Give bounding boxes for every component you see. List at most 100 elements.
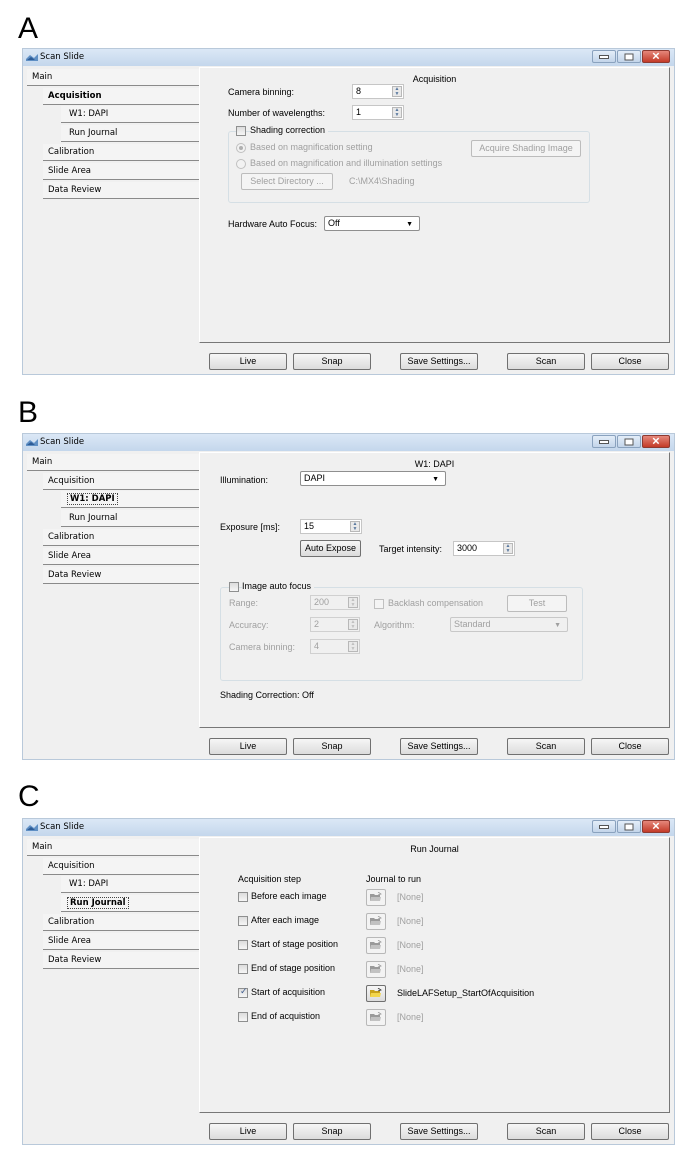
image-auto-focus-checkbox[interactable] <box>229 582 239 592</box>
spinner-arrows-icon[interactable]: ▲ ▼ <box>503 543 513 554</box>
close-window-button[interactable]: ✕ <box>642 435 670 448</box>
journal-step-checkbox[interactable] <box>238 892 248 902</box>
nav-item-label: Calibration <box>48 917 95 927</box>
select-directory-button[interactable]: Select Directory ... <box>241 173 333 190</box>
nav-item-main[interactable]: Main <box>27 69 199 86</box>
maximize-button[interactable] <box>617 50 641 63</box>
close-button[interactable]: Close <box>591 353 669 370</box>
minimize-button[interactable] <box>592 435 616 448</box>
spinner-arrows-icon[interactable]: ▲ ▼ <box>392 107 402 118</box>
minimize-button[interactable] <box>592 820 616 833</box>
minimize-button[interactable] <box>592 50 616 63</box>
auto-expose-button[interactable]: Auto Expose <box>300 540 361 557</box>
window-title: Scan Slide <box>40 822 85 832</box>
acquire-shading-image-button[interactable]: Acquire Shading Image <box>471 140 581 157</box>
nav-item-w1-dapi[interactable]: W1: DAPI <box>61 106 199 123</box>
nav-item-label: Acquisition <box>48 476 95 486</box>
close-window-button[interactable]: ✕ <box>642 50 670 63</box>
illumination-select[interactable]: DAPI ▼ <box>300 471 446 486</box>
camera-binning-label: Camera binning: <box>228 87 295 97</box>
target-intensity-spinner[interactable]: 3000 ▲ ▼ <box>453 541 515 556</box>
scan-button[interactable]: Scan <box>507 1123 585 1140</box>
hardware-auto-focus-select[interactable]: Off ▼ <box>324 216 420 231</box>
radio-magnification-illumination[interactable] <box>236 159 246 169</box>
browse-journal-button[interactable] <box>366 889 386 906</box>
spinner-arrows-icon[interactable]: ▲ ▼ <box>392 86 402 97</box>
camera-binning-spinner[interactable]: 8 ▲ ▼ <box>352 84 404 99</box>
algorithm-select[interactable]: Standard ▼ <box>450 617 568 632</box>
window-title: Scan Slide <box>40 437 85 447</box>
nav-item-slide-area[interactable]: Slide Area <box>43 548 199 565</box>
scan-button[interactable]: Scan <box>507 738 585 755</box>
save-settings-button[interactable]: Save Settings... <box>400 353 478 370</box>
nav-item-label: Calibration <box>48 147 95 157</box>
radio-magnification-illumination-label: Based on magnification and illumination … <box>250 158 443 168</box>
nav-item-w1-dapi[interactable]: W1: DAPI <box>61 876 199 893</box>
journal-step-checkbox[interactable]: ✓ <box>238 986 248 998</box>
target-intensity-label: Target intensity: <box>379 544 443 554</box>
journal-step-checkbox[interactable] <box>238 940 248 950</box>
exposure-spinner[interactable]: 15 ▲ ▼ <box>300 519 362 534</box>
backlash-compensation-checkbox[interactable] <box>374 599 384 609</box>
scan-button[interactable]: Scan <box>507 353 585 370</box>
journal-name: [None] <box>397 940 424 950</box>
nav-item-data-review[interactable]: Data Review <box>43 567 199 584</box>
nav-item-data-review[interactable]: Data Review <box>43 952 199 969</box>
nav-item-acquisition[interactable]: Acquisition <box>43 473 199 490</box>
checkmark-icon: ✓ <box>240 986 248 996</box>
browse-journal-button[interactable] <box>366 913 386 930</box>
live-button[interactable]: Live <box>209 353 287 370</box>
nav-item-calibration[interactable]: Calibration <box>43 529 199 546</box>
nav-item-calibration[interactable]: Calibration <box>43 144 199 161</box>
close-button[interactable]: Close <box>591 738 669 755</box>
browse-journal-button[interactable] <box>366 961 386 978</box>
snap-button[interactable]: Snap <box>293 738 371 755</box>
browse-journal-button[interactable] <box>366 985 386 1002</box>
minimize-icon <box>599 439 609 444</box>
nav-item-label: Main <box>32 457 53 467</box>
live-button[interactable]: Live <box>209 738 287 755</box>
nav-item-w1-dapi[interactable]: W1: DAPI <box>61 491 199 508</box>
browse-journal-button[interactable] <box>366 937 386 954</box>
live-button[interactable]: Live <box>209 1123 287 1140</box>
snap-button[interactable]: Snap <box>293 1123 371 1140</box>
nav-item-main[interactable]: Main <box>27 839 199 856</box>
nav-item-slide-area[interactable]: Slide Area <box>43 933 199 950</box>
nav-item-acquisition[interactable]: Acquisition <box>43 858 199 875</box>
number-of-wavelengths-spinner[interactable]: 1 ▲ ▼ <box>352 105 404 120</box>
nav-item-label: Main <box>32 842 53 852</box>
maximize-button[interactable] <box>617 435 641 448</box>
spinner-arrows-icon[interactable]: ▲ ▼ <box>350 521 360 532</box>
browse-journal-button[interactable] <box>366 1009 386 1026</box>
accuracy-spinner[interactable]: 2 ▲ ▼ <box>310 617 360 632</box>
close-window-button[interactable]: ✕ <box>642 820 670 833</box>
spinner-arrows-icon[interactable]: ▲ ▼ <box>348 619 358 630</box>
scan-slide-window-c: Scan Slide ✕ Main Acquisition W1: DAPI R… <box>22 818 675 1145</box>
journal-step-checkbox[interactable] <box>238 1012 248 1022</box>
nav-item-run-journal[interactable]: Run Journal <box>61 125 199 142</box>
nav-item-slide-area[interactable]: Slide Area <box>43 163 199 180</box>
radio-magnification[interactable] <box>236 143 246 153</box>
panel-label-c: C <box>18 780 40 813</box>
nav-item-acquisition[interactable]: Acquisition <box>43 88 199 105</box>
test-button[interactable]: Test <box>507 595 567 612</box>
shading-correction-checkbox[interactable] <box>236 126 246 136</box>
spinner-arrows-icon[interactable]: ▲ ▼ <box>348 641 358 652</box>
af-camera-binning-spinner[interactable]: 4 ▲ ▼ <box>310 639 360 654</box>
close-button[interactable]: Close <box>591 1123 669 1140</box>
journal-step-checkbox[interactable] <box>238 964 248 974</box>
maximize-button[interactable] <box>617 820 641 833</box>
journal-step-label: End of stage position <box>251 963 336 973</box>
nav-item-data-review[interactable]: Data Review <box>43 182 199 199</box>
range-spinner[interactable]: 200 ▲ ▼ <box>310 595 360 610</box>
nav-item-calibration[interactable]: Calibration <box>43 914 199 931</box>
journal-step-checkbox[interactable] <box>238 916 248 926</box>
nav-item-run-journal[interactable]: Run Journal <box>61 895 199 912</box>
save-settings-button[interactable]: Save Settings... <box>400 738 478 755</box>
spinner-arrows-icon[interactable]: ▲ ▼ <box>348 597 358 608</box>
save-settings-button[interactable]: Save Settings... <box>400 1123 478 1140</box>
snap-button[interactable]: Snap <box>293 353 371 370</box>
nav-item-run-journal[interactable]: Run Journal <box>61 510 199 527</box>
journal-step-label: After each image <box>251 915 320 925</box>
nav-item-main[interactable]: Main <box>27 454 199 471</box>
